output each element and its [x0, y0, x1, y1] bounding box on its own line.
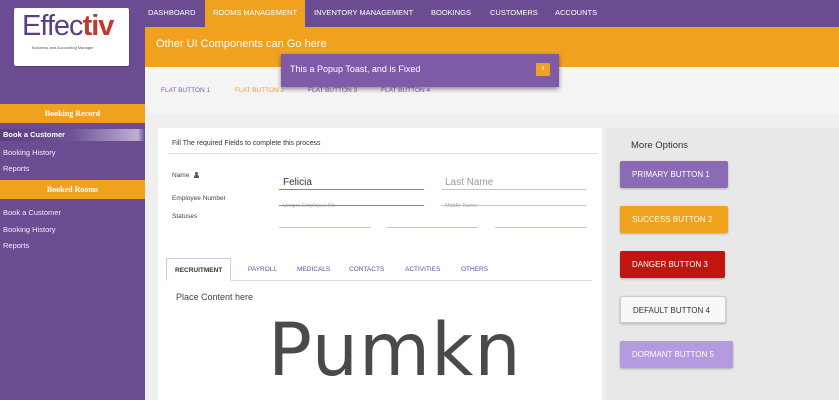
options-panel: More Options PRIMARY BUTTON 1 SUCCESS BU… — [606, 128, 839, 400]
sidebar-section-booking-record[interactable]: Booking Record — [0, 104, 145, 123]
popup-toast: This a Popup Toast, and is Fixed x — [281, 54, 559, 87]
last-name-field[interactable] — [441, 172, 586, 191]
name-label: Name — [172, 172, 200, 179]
toast-message: This a Popup Toast, and is Fixed — [290, 64, 421, 74]
banner-text: Other UI Components can Go here — [156, 38, 327, 50]
nav-accounts[interactable]: ACCOUNTS — [555, 0, 597, 27]
statuses-label: Statuses — [172, 213, 198, 220]
tab-medicals[interactable]: MEDICALS — [297, 258, 330, 281]
person-icon — [193, 172, 200, 179]
nav-bookings[interactable]: BOOKINGS — [431, 0, 471, 27]
nav-inventory-management[interactable]: INVENTORY MANAGEMENT — [314, 0, 413, 27]
sidebar-item-book-customer[interactable]: Book a Customer — [0, 129, 145, 141]
sidebar-item-book-customer-2[interactable]: Book a Customer — [3, 208, 61, 217]
first-name-input[interactable] — [279, 174, 424, 191]
default-button[interactable]: DEFAULT BUTTON 4 — [620, 296, 726, 323]
status-field-3[interactable] — [495, 216, 586, 228]
form-title: Fill The required Fields to complete thi… — [172, 140, 321, 147]
flat-button-4[interactable]: FLAT BUTTON 4 — [381, 87, 430, 94]
toast-close-button[interactable]: x — [536, 63, 550, 76]
content-placeholder: Place Content here — [176, 292, 254, 302]
flat-button-3[interactable]: FLAT BUTTON 3 — [308, 87, 357, 94]
sidebar-item-reports-2[interactable]: Reports — [3, 241, 29, 250]
options-title: More Options — [631, 140, 689, 151]
sidebar: Effectiv Business and Accounting Manager… — [0, 0, 145, 400]
sidebar-item-booking-history[interactable]: Booking History — [3, 148, 56, 157]
nav-customers[interactable]: CUSTOMERS — [490, 0, 538, 27]
form-card: Fill The required Fields to complete thi… — [158, 128, 602, 400]
flat-button-1[interactable]: FLAT BUTTON 1 — [161, 87, 210, 94]
dormant-button[interactable]: DORMANT BUTTON 5 — [620, 341, 733, 368]
nav-dashboard[interactable]: DASHBOARD — [148, 0, 196, 27]
first-name-field[interactable] — [279, 172, 424, 191]
status-field-1[interactable] — [279, 216, 370, 228]
tab-payroll[interactable]: PAYROLL — [248, 258, 277, 281]
primary-button[interactable]: PRIMARY BUTTON 1 — [620, 161, 728, 188]
last-name-input[interactable] — [441, 174, 586, 191]
logo[interactable]: Effectiv Business and Accounting Manager — [14, 8, 129, 66]
middle-name-field[interactable] — [441, 194, 586, 212]
sidebar-section-booked-rooms[interactable]: Booked Rooms — [0, 180, 145, 199]
tab-contacts[interactable]: CONTACTS — [349, 258, 384, 281]
sidebar-item-reports[interactable]: Reports — [3, 164, 29, 173]
divider — [168, 153, 598, 154]
tab-bar: RECRUITMENT PAYROLL MEDICALS CONTACTS AC… — [166, 258, 592, 281]
tab-recruitment[interactable]: RECRUITMENT — [166, 258, 232, 281]
flat-button-2[interactable]: FLAT BUTTON 2 — [235, 87, 284, 94]
top-nav: DASHBOARD ROOMS MANAGEMENT INVENTORY MAN… — [145, 0, 839, 27]
employee-number-input[interactable] — [279, 200, 424, 212]
nav-rooms-management[interactable]: ROOMS MANAGEMENT — [205, 0, 306, 27]
logo-wordmark: Effectiv — [22, 10, 114, 42]
employee-number-label: Employee Number — [172, 195, 226, 202]
sidebar-item-booking-history-2[interactable]: Booking History — [3, 225, 56, 234]
middle-name-input[interactable] — [441, 200, 586, 212]
employee-number-field[interactable] — [279, 194, 424, 212]
success-button[interactable]: SUCCESS BUTTON 2 — [620, 206, 728, 233]
logo-subtitle: Business and Accounting Manager — [32, 45, 94, 50]
status-field-2[interactable] — [387, 216, 478, 228]
tab-others[interactable]: OTHERS — [461, 258, 488, 281]
big-text: Pumkn — [268, 308, 522, 393]
danger-button[interactable]: DANGER BUTTON 3 — [620, 251, 725, 278]
tab-activities[interactable]: ACTIVITIES — [405, 258, 440, 281]
